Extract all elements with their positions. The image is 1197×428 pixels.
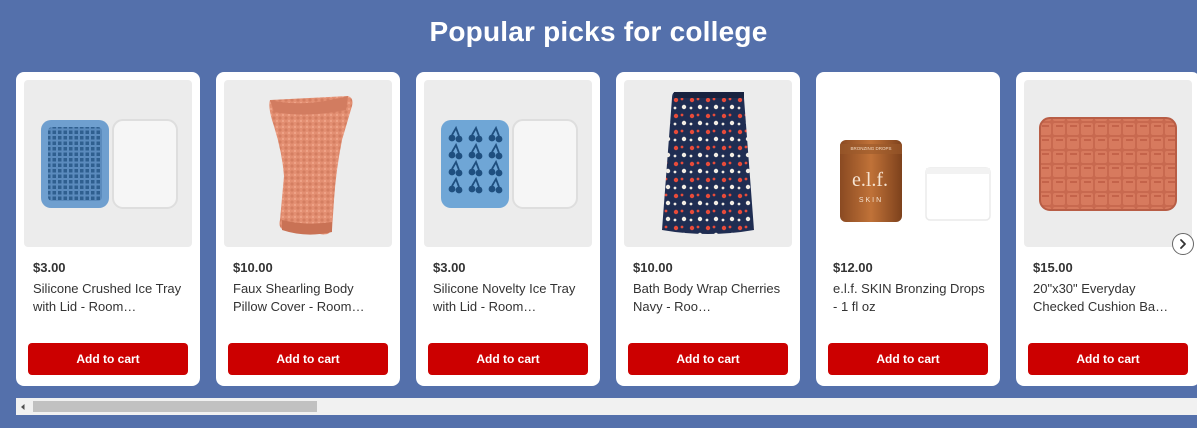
product-name[interactable]: 20"x30" Everyday Checked Cushion Ba… — [1033, 280, 1185, 316]
product-price: $10.00 — [633, 260, 673, 275]
add-to-cart-button[interactable]: Add to cart — [828, 343, 988, 375]
add-to-cart-button[interactable]: Add to cart — [428, 343, 588, 375]
product-image[interactable] — [424, 80, 592, 247]
product-image[interactable] — [624, 80, 792, 247]
product-image[interactable] — [1024, 80, 1192, 247]
product-name[interactable]: e.l.f. SKIN Bronzing Drops - 1 fl oz — [833, 280, 985, 316]
product-card[interactable]: $3.00 Silicone Novelty Ice Tray with Lid… — [416, 72, 600, 386]
bronzing-drops-icon: BRONZING DROPS e.l.f. SKIN — [840, 140, 991, 222]
svg-text:BRONZING DROPS: BRONZING DROPS — [850, 146, 891, 151]
product-name[interactable]: Silicone Crushed Ice Tray with Lid - Roo… — [33, 280, 185, 316]
product-card[interactable]: $10.00 Bath Body Wrap Cherries Navy - Ro… — [616, 72, 800, 386]
product-card[interactable]: $15.00 20"x30" Everyday Checked Cushion … — [1016, 72, 1197, 386]
product-price: $3.00 — [33, 260, 66, 275]
novelty-ice-tray-icon — [441, 119, 578, 209]
horizontal-scrollbar[interactable] — [16, 398, 1197, 415]
product-name[interactable]: Bath Body Wrap Cherries Navy - Roo… — [633, 280, 785, 316]
add-to-cart-button[interactable]: Add to cart — [628, 343, 788, 375]
body-wrap-icon — [662, 92, 754, 234]
product-card[interactable]: $3.00 Silicone Crushed Ice Tray with Lid… — [16, 72, 200, 386]
product-image[interactable] — [224, 80, 392, 247]
product-price: $3.00 — [433, 260, 466, 275]
carousel-next-button[interactable] — [1172, 233, 1194, 255]
add-to-cart-button[interactable]: Add to cart — [28, 343, 188, 375]
pillow-cover-icon — [269, 96, 353, 235]
product-price: $15.00 — [1033, 260, 1073, 275]
product-card[interactable]: $10.00 Faux Shearling Body Pillow Cover … — [216, 72, 400, 386]
elf-logo-sub: SKIN — [859, 197, 883, 204]
product-image[interactable] — [24, 80, 192, 247]
product-card[interactable]: BRONZING DROPS e.l.f. SKIN $12.00 e.l.f.… — [816, 72, 1000, 386]
add-to-cart-button[interactable]: Add to cart — [1028, 343, 1188, 375]
product-carousel[interactable]: $3.00 Silicone Crushed Ice Tray with Lid… — [16, 72, 1197, 388]
scrollbar-thumb[interactable] — [33, 401, 317, 412]
ice-tray-icon — [41, 119, 178, 209]
product-name[interactable]: Faux Shearling Body Pillow Cover - Room… — [233, 280, 385, 316]
product-price: $10.00 — [233, 260, 273, 275]
elf-logo: e.l.f. — [852, 169, 888, 191]
bath-mat-icon — [1039, 117, 1177, 211]
chevron-right-icon — [1180, 239, 1186, 249]
product-price: $12.00 — [833, 260, 873, 275]
scroll-left-arrow-icon — [21, 403, 25, 410]
add-to-cart-button[interactable]: Add to cart — [228, 343, 388, 375]
product-name[interactable]: Silicone Novelty Ice Tray with Lid - Roo… — [433, 280, 585, 316]
product-image[interactable]: BRONZING DROPS e.l.f. SKIN — [824, 80, 992, 247]
scroll-left-button[interactable] — [16, 398, 30, 415]
section-title: Popular picks for college — [429, 16, 768, 47]
